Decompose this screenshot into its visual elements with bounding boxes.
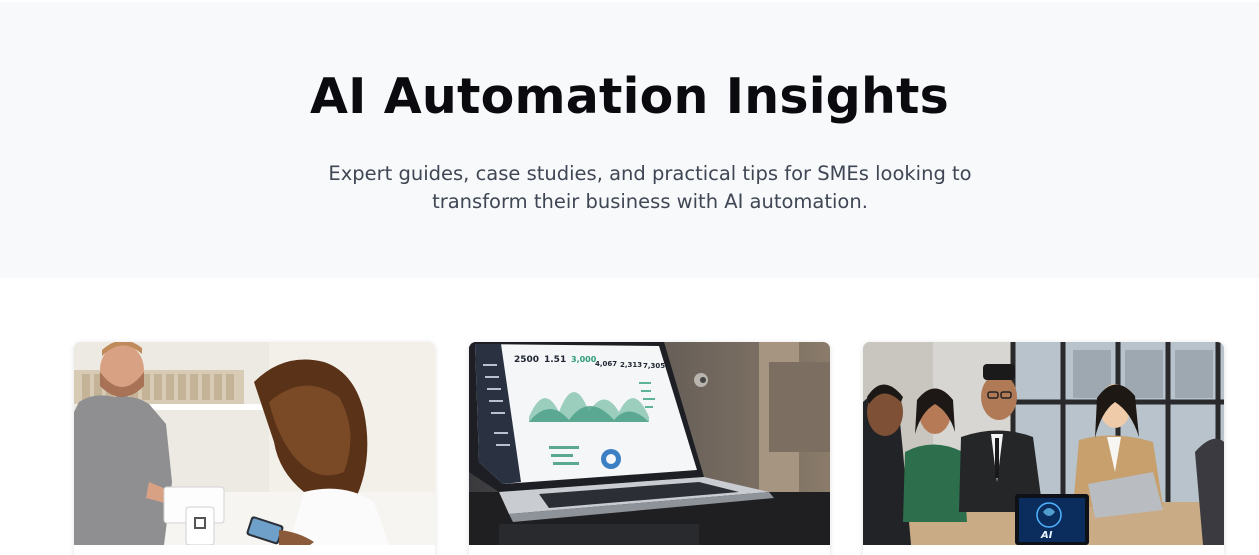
article-image-team-meeting[interactable]: AI — [863, 342, 1224, 545]
dashboard-stat-6: 7,305 — [643, 362, 665, 370]
article-image-laptop-dashboard[interactable]: 2500 1.51 3,000 4,067 2,313 7,305 — [469, 342, 830, 545]
dashboard-stat-3: 3,000 — [571, 355, 597, 364]
article-card-1[interactable] — [74, 342, 435, 555]
blog-page: AI Automation Insights Expert guides, ca… — [0, 0, 1259, 555]
page-title: AI Automation Insights — [309, 68, 950, 125]
hero-section: AI Automation Insights Expert guides, ca… — [0, 2, 1259, 278]
article-image-shop-counter[interactable] — [74, 342, 435, 545]
article-card-body — [74, 545, 435, 555]
dashboard-stat-2: 1.51 — [544, 355, 566, 365]
article-card-grid: 2500 1.51 3,000 4,067 2,313 7,305 AI — [0, 342, 1259, 555]
page-subtitle: Expert guides, case studies, and practic… — [328, 162, 972, 213]
dashboard-stat-5: 2,313 — [620, 361, 642, 369]
article-card-body — [863, 545, 1224, 555]
article-card-2[interactable]: 2500 1.51 3,000 4,067 2,313 7,305 — [469, 342, 830, 555]
article-card-3[interactable]: AI — [863, 342, 1224, 555]
article-card-body — [469, 545, 830, 555]
laptop-ai-label: AI — [1040, 530, 1053, 541]
dashboard-stat-4: 4,067 — [595, 360, 617, 368]
dashboard-stat-1: 2500 — [514, 355, 539, 365]
